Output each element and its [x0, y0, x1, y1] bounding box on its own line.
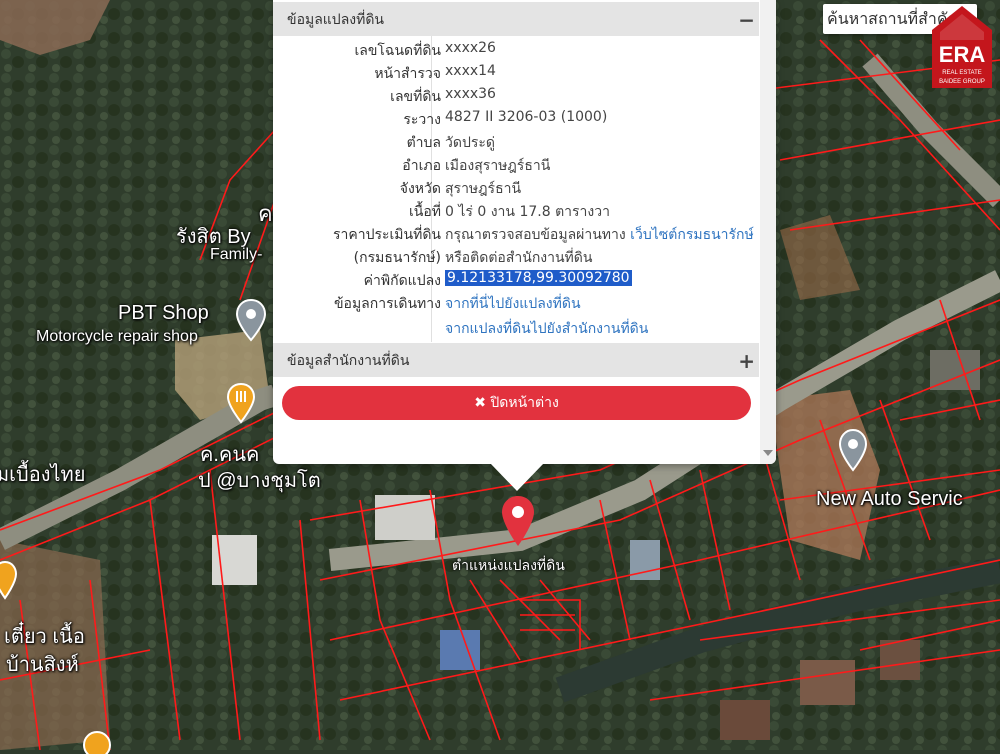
svg-text:REAL ESTATE: REAL ESTATE: [942, 70, 982, 76]
info-label: ตำบล: [406, 135, 441, 151]
parcel-marker-label: ตำแหน่งแปลงที่ดิน: [452, 558, 565, 574]
info-label: อำเภอ: [402, 158, 441, 174]
close-window-button[interactable]: ✖ ปิดหน้าต่าง: [282, 386, 751, 420]
poi-label-pbt-shop[interactable]: PBT Shop: [118, 302, 209, 325]
info-row-survey-page: หน้าสำรวจ xxxx14: [273, 63, 759, 86]
expand-icon[interactable]: +: [738, 343, 755, 379]
land-info-header[interactable]: ข้อมูลแปลงที่ดิน −: [273, 2, 759, 36]
coordinates-value[interactable]: 9.12133178,99.30092780: [445, 270, 632, 286]
treasury-website-link[interactable]: เว็บไซต์กรมธนารักษ์: [630, 227, 754, 243]
info-row-coordinates: ค่าพิกัดแปลง 9.12133178,99.30092780: [273, 270, 759, 293]
info-value: 4827 II 3206-03 (1000): [445, 109, 608, 125]
info-value: xxxx26: [445, 40, 496, 56]
poi-label-mueang-thai: มเบื้องไทย: [0, 464, 86, 486]
info-value: 0 ไร่ 0 งาน 17.8 ตารางวา: [445, 204, 610, 220]
info-value: xxxx36: [445, 86, 496, 102]
info-row-subdistrict: ตำบล วัดประดู่: [273, 132, 759, 155]
info-value[interactable]: 9.12133178,99.30092780: [445, 270, 632, 286]
popup-scrollbar[interactable]: [760, 0, 776, 464]
poi-label-baan: บ้านสิงห์: [6, 654, 79, 676]
building: [800, 660, 855, 705]
directions-to-office-link[interactable]: จากแปลงที่ดินไปยังสำนักงานที่ดิน: [445, 318, 648, 340]
info-value: วัดประดู่: [445, 135, 495, 151]
land-info-popup: ข้อมูลแปลงที่ดิน − เลขโฉนดที่ดิน xxxx26 …: [273, 0, 776, 464]
parcel-location-marker-icon[interactable]: [500, 494, 536, 548]
close-button-label: ปิดหน้าต่าง: [490, 395, 559, 411]
info-value: เมืองสุราษฎร์ธานี: [445, 158, 551, 174]
location-pin-icon[interactable]: [838, 428, 868, 472]
svg-text:ERA: ERA: [939, 42, 986, 67]
info-row-area: เนื้อที่ 0 ไร่ 0 งาน 17.8 ตารางวา: [273, 201, 759, 224]
info-row-province: จังหวัด สุราษฎร์ธานี: [273, 178, 759, 201]
poi-label-pi: ป @บางชุมโต: [198, 470, 321, 492]
info-label: ราคาประเมินที่ดิน: [332, 227, 441, 243]
poi-label-family: Family-: [210, 246, 263, 263]
building: [375, 495, 435, 540]
price-text: กรุณาตรวจสอบข้อมูลผ่านทาง: [445, 227, 626, 243]
info-row-price-dept: (กรมธนารักษ์) หรือติดต่อสำนักงานที่ดิน: [273, 247, 759, 270]
restaurant-pin-icon[interactable]: [82, 730, 112, 754]
info-label: เลขโฉนดที่ดิน: [354, 43, 441, 59]
info-row-travel-2: จากแปลงที่ดินไปยังสำนักงานที่ดิน: [273, 318, 759, 341]
info-row-land-number: เลขที่ดิน xxxx36: [273, 86, 759, 109]
info-label: ระวาง: [403, 112, 441, 128]
restaurant-pin-icon[interactable]: [0, 560, 18, 600]
location-pin-icon[interactable]: [235, 298, 267, 342]
info-label: จังหวัด: [399, 181, 441, 197]
collapse-icon[interactable]: −: [738, 2, 755, 38]
building: [880, 640, 920, 680]
svg-text:BAIDEE GROUP: BAIDEE GROUP: [939, 79, 985, 85]
info-label: หน้าสำรวจ: [374, 66, 441, 82]
land-info-title: ข้อมูลแปลงที่ดิน: [287, 12, 385, 28]
poi-label-motorcycle: Motorcycle repair shop: [36, 328, 198, 345]
info-label: เนื้อที่: [409, 204, 441, 220]
info-row-district: อำเภอ เมืองสุราษฎร์ธานี: [273, 155, 759, 178]
info-label: ค่าพิกัดแปลง: [363, 273, 441, 289]
scroll-down-icon[interactable]: [763, 450, 773, 456]
info-row-price: ราคาประเมินที่ดิน กรุณาตรวจสอบข้อมูลผ่าน…: [273, 224, 759, 247]
poi-label-auto[interactable]: New Auto Servic: [816, 488, 963, 511]
close-icon: ✖: [474, 395, 486, 411]
info-row-deed: เลขโฉนดที่ดิน xxxx26: [273, 40, 759, 63]
info-value: สุราษฎร์ธานี: [445, 181, 522, 197]
directions-to-parcel-link[interactable]: จากที่นี่ไปยังแปลงที่ดิน: [445, 293, 581, 315]
restaurant-pin-icon[interactable]: [226, 382, 256, 424]
info-value: xxxx14: [445, 63, 496, 79]
info-row-travel: ข้อมูลการเดินทาง จากที่นี่ไปยังแปลงที่ดิ…: [273, 293, 759, 316]
building: [930, 350, 980, 390]
info-value: หรือติดต่อสำนักงานที่ดิน: [445, 250, 593, 266]
info-value: กรุณาตรวจสอบข้อมูลผ่านทาง เว็บไซต์กรมธนา…: [445, 224, 754, 246]
info-label: เลขที่ดิน: [390, 89, 441, 105]
era-logo: ERA REAL ESTATE BAIDEE GROUP: [932, 6, 992, 88]
land-office-title: ข้อมูลสำนักงานที่ดิน: [287, 353, 410, 369]
building: [720, 700, 770, 740]
info-label: ข้อมูลการเดินทาง: [333, 296, 441, 312]
info-label: (กรมธนารักษ์): [353, 250, 441, 266]
land-office-header[interactable]: ข้อมูลสำนักงานที่ดิน +: [273, 343, 759, 377]
popup-pointer: [490, 463, 544, 491]
building: [440, 630, 480, 670]
info-row-sheet: ระวาง 4827 II 3206-03 (1000): [273, 109, 759, 132]
